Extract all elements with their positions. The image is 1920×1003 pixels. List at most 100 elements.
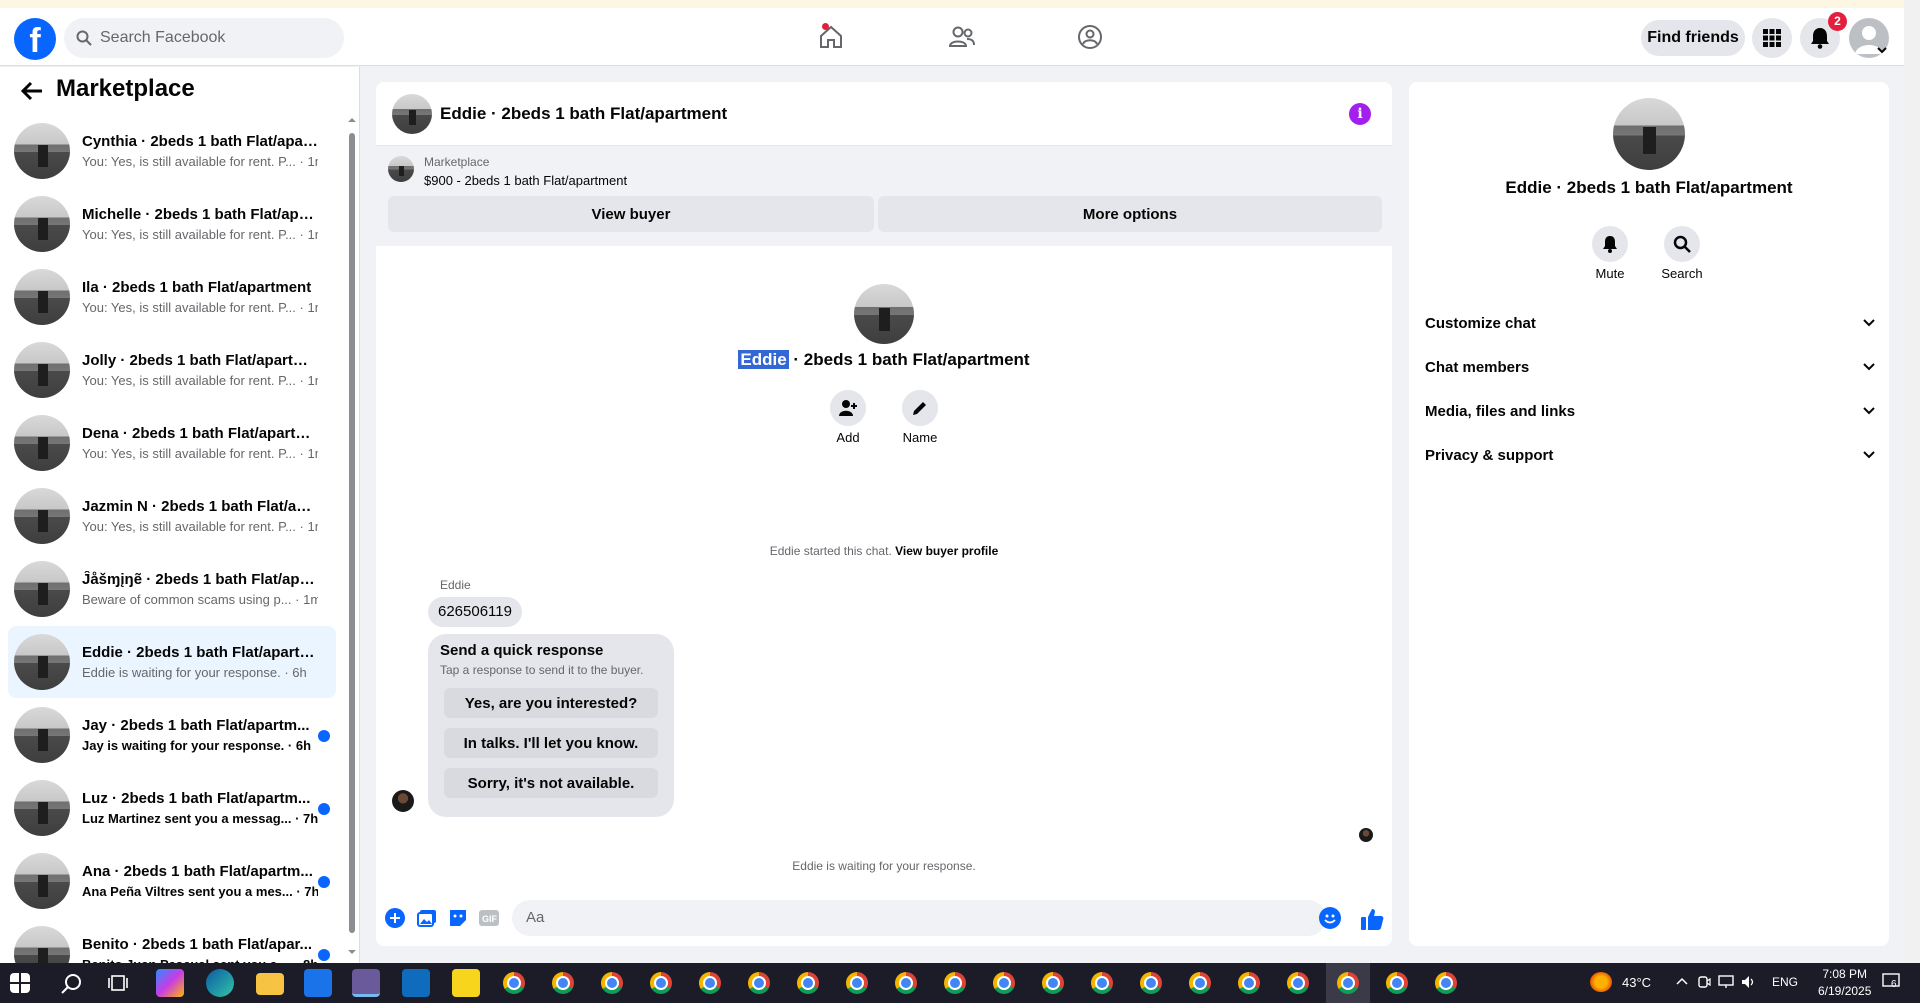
facebook-logo-icon[interactable]: f [14, 18, 56, 60]
find-friends-button[interactable]: Find friends [1641, 20, 1745, 56]
chrome-profile-icon[interactable] [650, 972, 672, 994]
sender-avatar[interactable] [392, 790, 414, 812]
conversation-item[interactable]: Michelle · 2beds 1 bath Flat/apar... You:… [8, 188, 336, 260]
info-icon[interactable]: i [1349, 103, 1371, 125]
scroll-up-arrow-icon[interactable] [347, 117, 357, 123]
chrome-profile-icon[interactable] [1337, 972, 1359, 994]
chrome-profile-icon[interactable] [1091, 972, 1113, 994]
chat-details-panel: Eddie · 2beds 1 bath Flat/apartment Mute… [1409, 82, 1889, 946]
sticker-icon[interactable] [447, 907, 469, 929]
view-buyer-profile-link[interactable]: View buyer profile [895, 544, 998, 558]
privacy-support-section[interactable]: Privacy & support [1425, 433, 1875, 477]
listing-thumbnail[interactable] [388, 156, 414, 182]
chrome-profile-icon[interactable] [1435, 972, 1457, 994]
chrome-icon[interactable] [503, 972, 525, 994]
more-options-button[interactable]: More options [878, 196, 1382, 232]
chrome-profile-icon[interactable] [944, 972, 966, 994]
system-clock[interactable]: 7:08 PM 6/19/2025 [1818, 966, 1871, 1000]
task-view-icon[interactable] [108, 974, 128, 992]
page-scrollbar[interactable] [1904, 0, 1920, 963]
conversation-item[interactable]: Luz · 2beds 1 bath Flat/apartm... Luz Mar… [8, 772, 336, 844]
show-hidden-icons-chevron[interactable] [1676, 977, 1688, 985]
network-icon[interactable] [1718, 975, 1734, 989]
language-indicator[interactable]: ENG [1772, 975, 1798, 989]
section-label: Privacy & support [1425, 446, 1554, 464]
conversation-item[interactable]: Jay · 2beds 1 bath Flat/apartm... Jay is … [8, 699, 336, 771]
conversation-item[interactable]: Dena · 2beds 1 bath Flat/apartm... You: Y… [8, 407, 336, 479]
conversation-text: Jay · 2beds 1 bath Flat/apartm... Jay is … [82, 717, 318, 753]
message-input[interactable]: Aa [512, 900, 1326, 936]
chrome-profile-icon[interactable] [1238, 972, 1260, 994]
gif-icon[interactable]: GIF [478, 907, 500, 929]
chrome-profile-icon[interactable] [895, 972, 917, 994]
taskbar-search-icon[interactable] [60, 973, 82, 995]
temperature-text[interactable]: 43°C [1622, 975, 1651, 990]
search-facebook-input[interactable]: Search Facebook [64, 18, 344, 58]
search-chat-icon[interactable] [1664, 226, 1700, 262]
chrome-profile-icon[interactable] [748, 972, 770, 994]
file-explorer-icon[interactable] [256, 973, 284, 995]
quick-response-option[interactable]: In talks. I'll let you know. [444, 728, 658, 758]
conversation-item[interactable]: Jazmin N · 2beds 1 bath Flat/apa... You: … [8, 480, 336, 552]
mute-bell-icon[interactable] [1592, 226, 1628, 262]
groups-icon[interactable] [1073, 22, 1107, 52]
action-center-icon[interactable]: 6 [1882, 973, 1900, 991]
home-icon[interactable] [814, 22, 848, 52]
account-chevron-icon[interactable] [1877, 46, 1887, 54]
plus-icon[interactable] [384, 907, 406, 929]
chrome-profile-icon[interactable] [699, 972, 721, 994]
message-bubble[interactable]: 626506119 [428, 597, 522, 627]
quick-response-option[interactable]: Yes, are you interested? [444, 688, 658, 718]
chrome-profile-icon[interactable] [552, 972, 574, 994]
media-files-links-section[interactable]: Media, files and links [1425, 389, 1875, 433]
volume-icon[interactable] [1741, 975, 1757, 989]
windows-start-icon[interactable] [10, 973, 30, 993]
chrome-profile-icon[interactable] [1189, 972, 1211, 994]
customize-chat-section[interactable]: Customize chat [1425, 301, 1875, 345]
conversation-item[interactable]: Eddie · 2beds 1 bath Flat/apartm... Eddie… [8, 626, 336, 698]
emoji-icon[interactable] [1319, 907, 1341, 929]
sticky-notes-icon[interactable] [452, 969, 480, 997]
chrome-profile-icon[interactable] [797, 972, 819, 994]
conversation-item[interactable]: Ila · 2beds 1 bath Flat/apartment You: Ye… [8, 261, 336, 333]
conversation-item[interactable]: Ĵåšɱįŋẽ · 2beds 1 bath Flat/apar... Bewar… [8, 553, 336, 625]
listing-title[interactable]: $900 - 2beds 1 bath Flat/apartment [424, 173, 627, 188]
chrome-profile-icon[interactable] [601, 972, 623, 994]
browser-info-strip [0, 0, 1920, 8]
pinned-app-icon[interactable] [352, 969, 380, 997]
copilot-icon[interactable] [156, 969, 184, 997]
chrome-profile-icon[interactable] [993, 972, 1015, 994]
chat-title[interactable]: Eddie · 2beds 1 bath Flat/apartment [440, 104, 727, 124]
chat-avatar[interactable] [392, 94, 432, 134]
chat-members-section[interactable]: Chat members [1425, 345, 1875, 389]
add-person-icon[interactable] [830, 390, 866, 426]
weather-icon[interactable] [1590, 972, 1612, 992]
quick-response-option[interactable]: Sorry, it's not available. [444, 768, 658, 798]
details-profile-picture[interactable] [1613, 98, 1685, 170]
chrome-profile-icon[interactable] [1042, 972, 1064, 994]
photo-icon[interactable] [416, 907, 438, 929]
conversation-name: Cynthia · 2beds 1 bath Flat/apart... [82, 133, 318, 150]
edge-browser-icon[interactable] [206, 969, 234, 997]
conversation-preview: You: Yes, is still available for rent. P… [82, 519, 318, 534]
back-arrow-icon[interactable] [18, 77, 46, 105]
chrome-profile-icon[interactable] [846, 972, 868, 994]
chrome-profile-icon[interactable] [1287, 972, 1309, 994]
outlook-icon[interactable] [402, 969, 430, 997]
microsoft-store-icon[interactable] [304, 969, 332, 997]
conversation-item[interactable]: Cynthia · 2beds 1 bath Flat/apart... You:… [8, 115, 336, 187]
meet-now-icon[interactable] [1697, 975, 1711, 989]
quick-response-card: Send a quick response Tap a response to … [428, 634, 674, 817]
chrome-profile-icon[interactable] [1386, 972, 1408, 994]
sidebar-scrollbar-thumb[interactable] [349, 133, 355, 933]
view-buyer-button[interactable]: View buyer [388, 196, 874, 232]
edit-pencil-icon[interactable] [902, 390, 938, 426]
friends-icon[interactable] [945, 22, 979, 52]
chrome-profile-icon[interactable] [1140, 972, 1162, 994]
menu-grid-icon[interactable] [1752, 18, 1792, 58]
scroll-down-arrow-icon[interactable] [347, 949, 357, 955]
conversation-avatar [14, 342, 70, 398]
conversation-item[interactable]: Jolly · 2beds 1 bath Flat/apartme... You:… [8, 334, 336, 406]
conversation-item[interactable]: Ana · 2beds 1 bath Flat/apartm... Ana Peñ… [8, 845, 336, 917]
like-thumbs-up-icon[interactable] [1359, 906, 1385, 932]
